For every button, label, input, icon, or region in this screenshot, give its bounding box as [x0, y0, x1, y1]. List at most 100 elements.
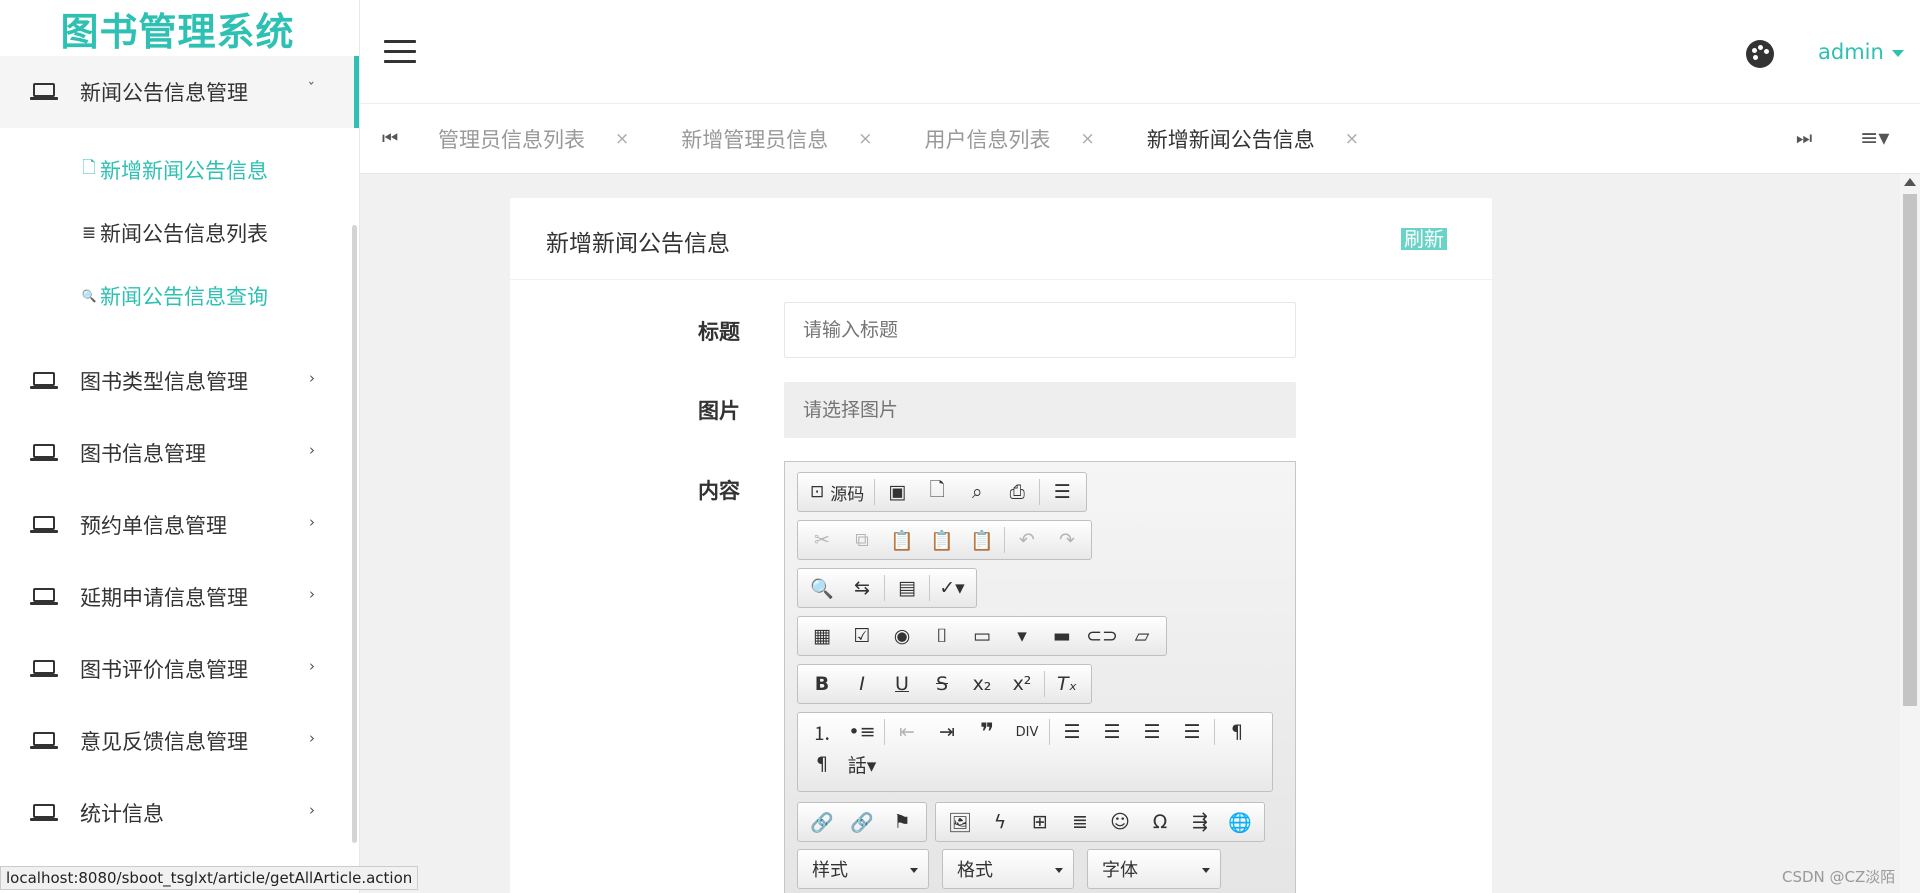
app-logo: 图书管理系统: [60, 9, 295, 54]
source-button[interactable]: ⊡ 源码: [802, 476, 872, 508]
special-char-icon[interactable]: Ω: [1140, 806, 1180, 838]
select-all-icon[interactable]: ▤: [887, 572, 927, 604]
sidebar-item-news[interactable]: 新闻公告信息管理 ˇ: [0, 56, 359, 128]
chevron-down-icon: [910, 868, 918, 873]
hidden-field-icon[interactable]: ▱: [1122, 620, 1162, 652]
print-icon[interactable]: ⎙: [997, 476, 1037, 508]
button-icon[interactable]: ▬: [1042, 620, 1082, 652]
unlink-icon[interactable]: 🔗: [842, 806, 882, 838]
cut-icon[interactable]: ✂: [802, 524, 842, 556]
tab-add-news[interactable]: 新增新闻公告信息 ×: [1147, 124, 1359, 154]
title-input[interactable]: [784, 302, 1296, 358]
horizontal-rule-icon[interactable]: ≣: [1060, 806, 1100, 838]
textfield-icon[interactable]: ⌷: [922, 620, 962, 652]
tab-next-icon[interactable]: ⏭: [1796, 128, 1812, 149]
justify-icon[interactable]: ☰: [1172, 716, 1212, 748]
image-icon[interactable]: 🖼: [940, 806, 980, 838]
radio-icon[interactable]: ◉: [882, 620, 922, 652]
tab-admin-list[interactable]: 管理员信息列表 ×: [438, 124, 629, 154]
spellcheck-icon[interactable]: ✓▾: [932, 572, 972, 604]
palette-icon[interactable]: [1746, 40, 1774, 68]
replace-icon[interactable]: ⇆: [842, 572, 882, 604]
bold-icon[interactable]: B: [802, 668, 842, 700]
save-icon[interactable]: ▣: [877, 476, 917, 508]
sidebar-item-review[interactable]: 图书评价信息管理 ›: [0, 633, 359, 705]
page-scrollbar[interactable]: [1900, 174, 1920, 893]
style-select[interactable]: 样式: [797, 849, 929, 889]
numbered-list-icon[interactable]: ⒈: [802, 716, 842, 748]
sidebar-item-feedback[interactable]: 意见反馈信息管理 ›: [0, 705, 359, 777]
sidebar-item-extension[interactable]: 延期申请信息管理 ›: [0, 561, 359, 633]
user-menu[interactable]: admin: [1818, 40, 1904, 64]
textarea-icon[interactable]: ▭: [962, 620, 1002, 652]
sidebar-sub-news-query[interactable]: 🔍 新闻公告信息查询: [0, 264, 359, 327]
preview-icon[interactable]: ⌕: [957, 476, 997, 508]
align-center-icon[interactable]: ☰: [1092, 716, 1132, 748]
laptop-icon: [30, 587, 58, 607]
close-icon[interactable]: ×: [858, 129, 872, 149]
outdent-icon[interactable]: ⇤: [887, 716, 927, 748]
caret-down-icon: [1891, 49, 1904, 57]
bulleted-list-icon[interactable]: •≡: [842, 716, 882, 748]
tab-options-icon[interactable]: ≡▾: [1860, 126, 1889, 151]
top-header: admin: [360, 0, 1920, 104]
tab-user-list[interactable]: 用户信息列表 ×: [925, 124, 1095, 154]
smiley-icon[interactable]: ☺: [1100, 806, 1140, 838]
undo-icon[interactable]: ↶: [1007, 524, 1047, 556]
sidebar-sub-add-news[interactable]: 🗋 新增新闻公告信息: [0, 138, 359, 201]
link-icon[interactable]: 🔗: [802, 806, 842, 838]
tabs-bar: ⏮ 管理员信息列表 × 新增管理员信息 × 用户信息列表 × 新增新闻公告信息 × ⏭ …: [360, 104, 1920, 174]
iframe-icon[interactable]: 🌐: [1220, 806, 1260, 838]
paste-text-icon[interactable]: 📋: [922, 524, 962, 556]
anchor-icon[interactable]: ⚑: [882, 806, 922, 838]
close-icon[interactable]: ×: [615, 129, 629, 149]
align-right-icon[interactable]: ☰: [1132, 716, 1172, 748]
superscript-icon[interactable]: x²: [1002, 668, 1042, 700]
paste-icon[interactable]: 📋: [882, 524, 922, 556]
new-page-icon[interactable]: 🗋: [917, 476, 957, 508]
sidebar-scrollbar[interactable]: [352, 225, 357, 843]
rich-text-editor: ⊡ 源码 ▣ 🗋 ⌕ ⎙ ☰ ✂ ⧉ 📋 📋 📋 ↶ ↷ 🔍 ⇆ ▤ ✓▾ ▦ …: [784, 461, 1296, 893]
sidebar-item-stats[interactable]: 统计信息 ›: [0, 777, 359, 849]
image-button-icon[interactable]: ⊂⊃: [1082, 620, 1122, 652]
close-icon[interactable]: ×: [1345, 129, 1359, 149]
chevron-right-icon: ›: [309, 369, 315, 387]
font-select[interactable]: 字体: [1087, 849, 1221, 889]
form-card: 新增新闻公告信息 刷新 标题 图片 内容 ⊡源码 ▣ 🗋 ⌕ ⎙ ☰ ✂ ⧉ 📋…: [510, 198, 1492, 893]
toolbar-clipboard: ✂ ⧉ 📋 📋 📋 ↶ ↷: [797, 520, 1092, 560]
blockquote-icon[interactable]: ❞: [967, 716, 1007, 748]
sidebar-item-book-type[interactable]: 图书类型信息管理 ›: [0, 345, 359, 417]
find-icon[interactable]: 🔍: [802, 572, 842, 604]
subscript-icon[interactable]: x₂: [962, 668, 1002, 700]
indent-icon[interactable]: ⇥: [927, 716, 967, 748]
refresh-button[interactable]: 刷新: [1401, 228, 1447, 250]
italic-icon[interactable]: I: [842, 668, 882, 700]
flash-icon[interactable]: ϟ: [980, 806, 1020, 838]
tab-add-admin[interactable]: 新增管理员信息 ×: [681, 124, 872, 154]
align-left-icon[interactable]: ☰: [1052, 716, 1092, 748]
copy-icon[interactable]: ⧉: [842, 524, 882, 556]
sidebar-item-book[interactable]: 图书信息管理 ›: [0, 417, 359, 489]
checkbox-icon[interactable]: ☑: [842, 620, 882, 652]
rtl-icon[interactable]: ¶: [802, 748, 842, 780]
strike-icon[interactable]: S: [922, 668, 962, 700]
sidebar-sub-news-list[interactable]: ≣ 新闻公告信息列表: [0, 201, 359, 264]
select-icon[interactable]: ▾: [1002, 620, 1042, 652]
paste-word-icon[interactable]: 📋: [962, 524, 1002, 556]
format-select[interactable]: 格式: [942, 849, 1074, 889]
language-icon[interactable]: 話▾: [842, 748, 882, 780]
remove-format-icon[interactable]: Tₓ: [1047, 668, 1087, 700]
div-container-icon[interactable]: DIV: [1007, 716, 1047, 748]
tab-prev-icon[interactable]: ⏮: [382, 128, 398, 149]
hamburger-menu-icon[interactable]: [384, 40, 416, 64]
form-icon[interactable]: ▦: [802, 620, 842, 652]
close-icon[interactable]: ×: [1081, 129, 1095, 149]
image-input[interactable]: [784, 382, 1296, 438]
template-icon[interactable]: ☰: [1042, 476, 1082, 508]
ltr-icon[interactable]: ¶: [1217, 716, 1257, 748]
sidebar-item-reservation[interactable]: 预约单信息管理 ›: [0, 489, 359, 561]
page-break-icon[interactable]: ⇶: [1180, 806, 1220, 838]
table-icon[interactable]: ⊞: [1020, 806, 1060, 838]
redo-icon[interactable]: ↷: [1047, 524, 1087, 556]
underline-icon[interactable]: U: [882, 668, 922, 700]
